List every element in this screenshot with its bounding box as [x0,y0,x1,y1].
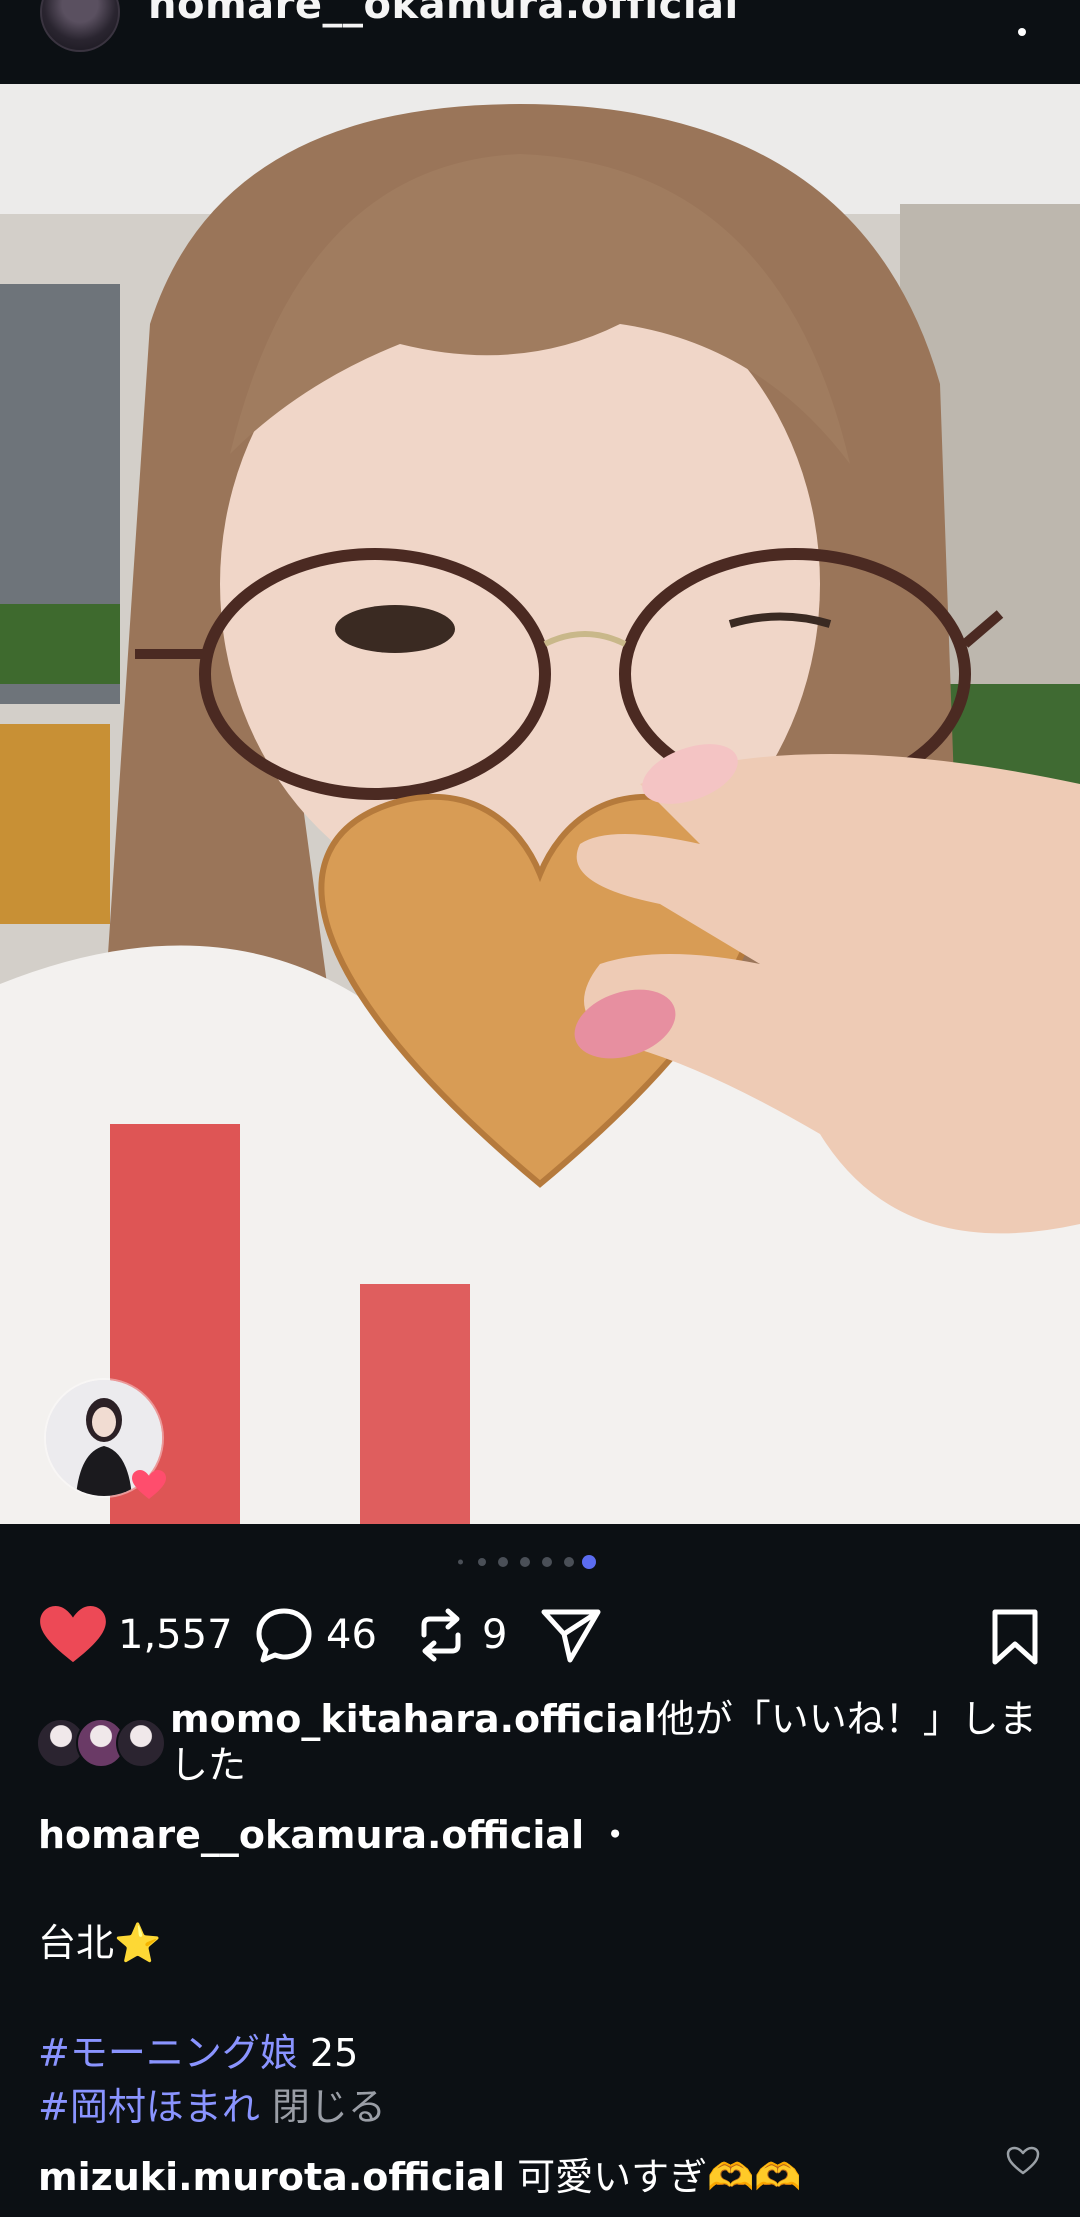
like-count: 1,557 [118,1612,233,1658]
bookmark-icon [992,1609,1038,1665]
share-icon [541,1609,601,1663]
profile-avatar-icon[interactable] [40,0,120,52]
more-options-icon[interactable] [1018,28,1026,36]
comment-username[interactable]: mizuki.murota.official [38,2155,505,2199]
like-heart-badge-icon [132,1470,166,1499]
comment-count: 46 [326,1612,377,1658]
hashtag-link[interactable]: #岡村ほまれ [38,2085,260,2129]
post-image[interactable] [0,84,1080,1524]
header-username[interactable]: homare__okamura.official [148,0,739,28]
like-button[interactable]: 1,557 [40,1600,233,1670]
comment-icon [256,1608,312,1663]
carousel-dot [520,1557,530,1567]
post-header: homare__okamura.official [0,0,1080,84]
hashtag-link[interactable]: #モーニング娘 [38,2031,298,2075]
caption-tag-row-2: #岡村ほまれ 閉じる [38,2076,386,2131]
comment-like-heart-icon[interactable] [1006,2146,1040,2176]
repost-icon [421,1608,461,1662]
share-button[interactable] [540,1600,602,1670]
carousel-dot-active [582,1555,596,1569]
liked-by-avatars [36,1718,166,1768]
carousel-dot [458,1559,463,1565]
caption-username[interactable]: homare__okamura.official [38,1813,584,1857]
bookmark-button[interactable] [990,1602,1040,1672]
carousel-dot [498,1557,508,1567]
repost-button[interactable]: 9 [412,1600,507,1670]
comment-button[interactable]: 46 [254,1600,377,1670]
comment-text: 可愛いすぎ🫶🫶 [517,2155,802,2199]
caption-tag-row-1: #モーニング娘 25 [38,2022,358,2077]
hashtag-suffix: 25 [297,2031,359,2075]
close-caption-link[interactable]: 閉じる [272,2085,386,2129]
liked-by-username[interactable]: momo_kitahara.official [170,1697,657,1741]
caption-line1: 台北⭐️ [38,1921,162,1965]
carousel-dot [478,1558,486,1566]
photo-illustration [0,84,1080,1524]
avatar [116,1718,166,1768]
carousel-dot [564,1557,574,1567]
carousel-indicator [0,1554,1080,1570]
caption-header: homare__okamura.official ・ [38,1804,634,1859]
carousel-dot [542,1557,552,1567]
liked-by-text: momo_kitahara.official他が「いいね！」しました [170,1696,1050,1788]
caption-separator: ・ [596,1813,635,1857]
action-bar: 1,557 46 9 [0,1600,1080,1670]
comment-row[interactable]: mizuki.murota.official 可愛いすぎ🫶🫶 [38,2146,1038,2201]
repost-count: 9 [482,1612,508,1658]
heart-icon [40,1606,106,1663]
